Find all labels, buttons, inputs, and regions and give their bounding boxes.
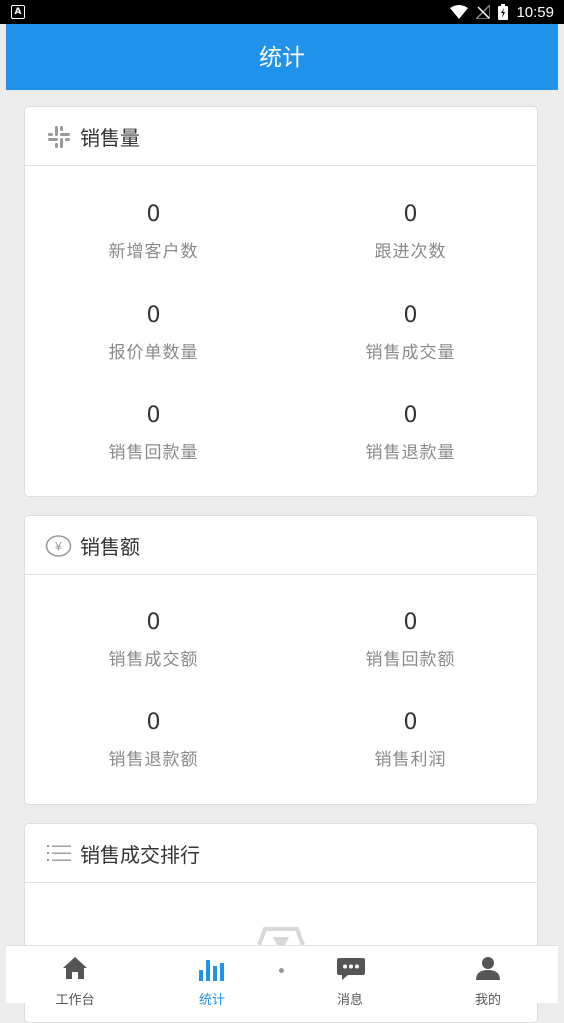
stat-value: 0 — [146, 710, 161, 735]
stat-refunds[interactable]: 0 销售退款量 — [282, 401, 539, 463]
stat-value: 0 — [403, 403, 418, 428]
stat-followups[interactable]: 0 跟进次数 — [282, 200, 539, 262]
stat-value: 0 — [146, 610, 161, 635]
stat-label: 新增客户数 — [108, 242, 199, 262]
stat-label: 销售回款量 — [108, 443, 199, 463]
card-title: 销售额 — [80, 535, 140, 559]
stat-quotes[interactable]: 0 报价单数量 — [25, 301, 282, 363]
home-icon — [63, 957, 87, 979]
card-header: ¥ 销售额 — [25, 516, 537, 575]
status-bar: A 10:59 — [0, 0, 564, 24]
stat-payment-amount[interactable]: 0 销售回款额 — [282, 608, 539, 670]
tab-label: 统计 — [198, 993, 225, 1008]
sales-volume-card: 销售量 0 新增客户数 0 跟进次数 0 报价单数量 0 销售成交量 0 销售回… — [24, 106, 538, 497]
stat-label: 报价单数量 — [108, 343, 199, 363]
card-header: 销售量 — [25, 107, 537, 166]
stat-label: 销售成交量 — [365, 343, 456, 363]
stat-deals[interactable]: 0 销售成交量 — [282, 301, 539, 363]
tab-label: 我的 — [474, 993, 501, 1008]
stat-deal-amount[interactable]: 0 销售成交额 — [25, 608, 282, 670]
stat-refund-amount[interactable]: 0 销售退款额 — [25, 708, 282, 770]
stat-label: 销售成交额 — [108, 650, 199, 670]
tab-label: 工作台 — [55, 993, 95, 1008]
tab-messages[interactable]: 消息 — [281, 946, 419, 1008]
stat-value: 0 — [403, 710, 418, 735]
no-signal-icon — [476, 5, 491, 19]
clock: 10:59 — [516, 3, 554, 21]
slack-icon — [48, 126, 70, 148]
tab-label: 消息 — [336, 993, 363, 1008]
user-icon — [476, 957, 500, 980]
stat-label: 销售退款量 — [365, 443, 456, 463]
card-header: 销售成交排行 — [25, 824, 537, 883]
stat-label: 销售回款额 — [365, 650, 456, 670]
tab-statistics[interactable]: 统计 — [143, 946, 281, 1008]
chat-icon — [337, 958, 365, 980]
indicator-dot — [279, 968, 284, 973]
card-title: 销售量 — [80, 126, 140, 150]
wifi-icon — [450, 5, 469, 19]
stat-value: 0 — [146, 202, 161, 227]
page-header: 统计 — [6, 24, 558, 90]
battery-icon — [498, 4, 509, 20]
stat-value: 0 — [403, 610, 418, 635]
svg-text:¥: ¥ — [54, 540, 62, 554]
stat-payments[interactable]: 0 销售回款量 — [25, 401, 282, 463]
stat-value: 0 — [403, 202, 418, 227]
stat-value: 0 — [403, 303, 418, 328]
stat-value: 0 — [146, 403, 161, 428]
tab-mine[interactable]: 我的 — [419, 946, 557, 1008]
page-title: 统计 — [259, 45, 305, 71]
sales-amount-card: ¥ 销售额 0 销售成交额 0 销售回款额 0 销售退款额 0 销售利润 — [24, 515, 538, 805]
stat-new-customers[interactable]: 0 新增客户数 — [25, 200, 282, 262]
card-title: 销售成交排行 — [80, 843, 200, 867]
empty-state-icon — [257, 927, 305, 946]
notification-icon: A — [11, 5, 25, 19]
stat-label: 跟进次数 — [374, 242, 447, 262]
stat-label: 销售退款额 — [108, 750, 199, 770]
bottom-tab-bar: 工作台 统计 消息 我的 — [6, 945, 558, 1008]
yen-icon: ¥ — [45, 535, 72, 557]
list-icon — [47, 845, 71, 861]
stat-profit[interactable]: 0 销售利润 — [282, 708, 539, 770]
stat-label: 销售利润 — [374, 750, 447, 770]
stat-value: 0 — [146, 303, 161, 328]
tab-workbench[interactable]: 工作台 — [6, 946, 144, 1008]
bar-chart-icon — [199, 960, 224, 981]
